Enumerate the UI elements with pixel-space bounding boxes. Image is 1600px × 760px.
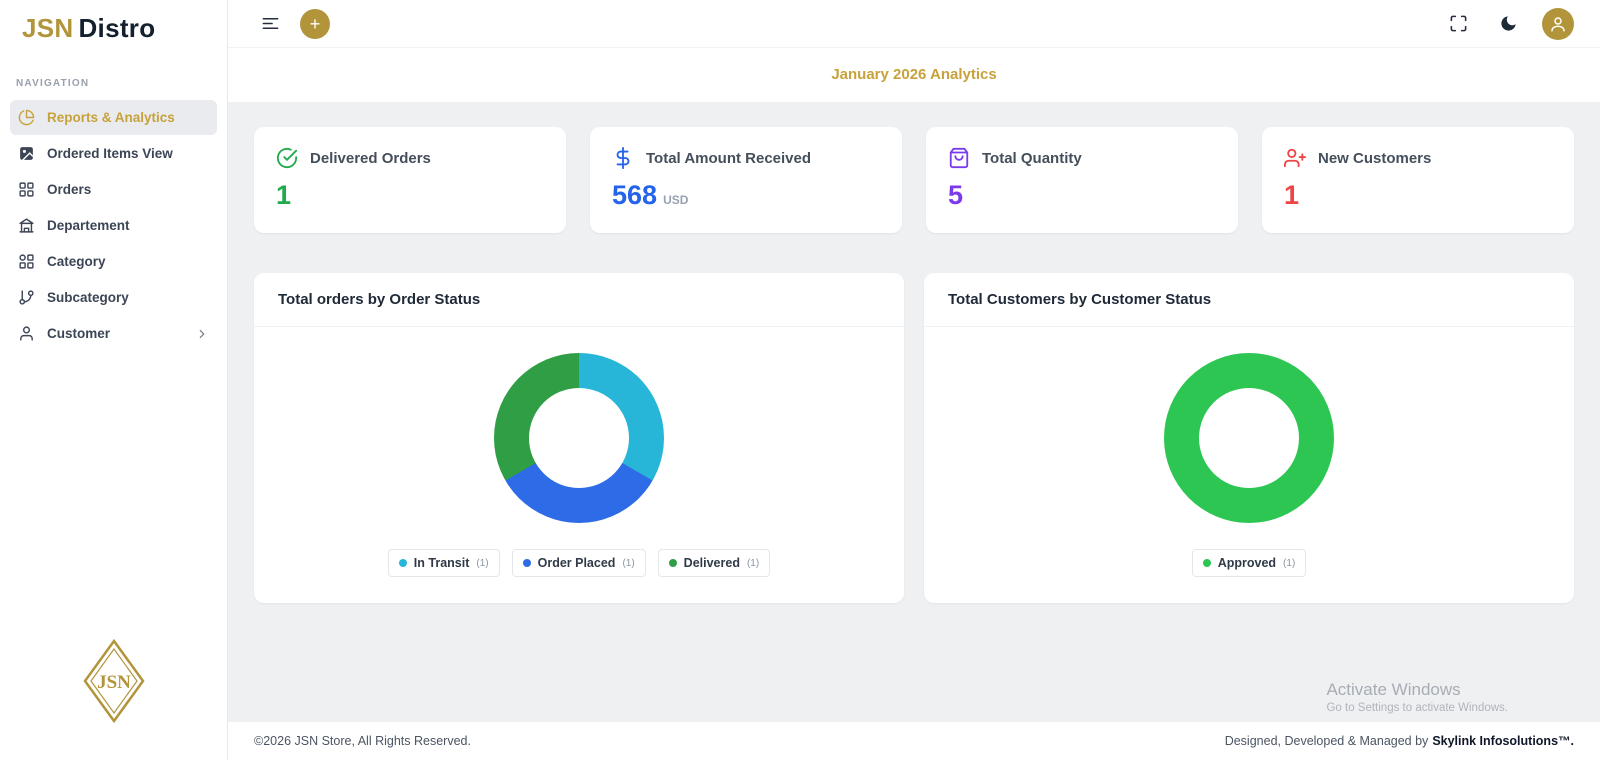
pie-chart-icon [18,109,35,126]
sidebar-item-label: Orders [47,182,91,197]
fullscreen-icon [1449,14,1468,33]
analytics-banner: January 2026 Analytics [228,48,1600,102]
user-icon [18,325,35,342]
user-menu-button[interactable] [1542,8,1574,40]
user-plus-icon [1284,147,1306,169]
moon-icon [1499,14,1518,33]
stat-card-new-customers: New Customers 1 [1262,127,1574,233]
plus-icon: + [310,15,321,33]
sidebar: JSNDistro NAVIGATION Reports & Analytics… [0,0,228,760]
sidebar-item-label: Category [47,254,106,269]
check-circle-icon [276,147,298,169]
credits-brand: Skylink Infosolutions™. [1432,734,1574,748]
stat-value: 568USD [612,180,880,211]
stat-label: Delivered Orders [310,150,431,167]
topbar: + [228,0,1600,48]
sidebar-item-category[interactable]: Category [10,244,217,279]
credits-text: Designed, Developed & Managed bySkylink … [1225,734,1574,748]
footer: ©2026 JSN Store, All Rights Reserved. De… [228,722,1600,760]
sidebar-item-label: Customer [47,326,110,341]
legend-dot [399,559,407,567]
activate-windows-watermark: Activate Windows Go to Settings to activ… [1326,680,1508,714]
brand-rest: Distro [78,13,155,43]
chart-legend: Approved (1) [1192,549,1307,577]
menu-toggle-button[interactable] [254,8,286,40]
category-grid-icon [18,253,35,270]
legend-dot [1203,559,1211,567]
sidebar-item-label: Reports & Analytics [47,110,175,125]
sidebar-item-ordered-items-view[interactable]: Ordered Items View [10,136,217,171]
banner-title: January 2026 Analytics [831,66,996,83]
charts-row: Total orders by Order Status In Transit … [254,273,1574,603]
legend-item-in-transit[interactable]: In Transit (1) [388,549,500,577]
content: Delivered Orders 1 Total Amount Received… [228,102,1600,722]
customer-status-chart-card: Total Customers by Customer Status Appro… [924,273,1574,603]
sidebar-item-subcategory[interactable]: Subcategory [10,280,217,315]
legend-item-order-placed[interactable]: Order Placed (1) [512,549,646,577]
building-icon [18,217,35,234]
svg-text:JSN: JSN [97,672,131,693]
sidebar-nav: Reports & Analytics Ordered Items View O… [0,99,227,352]
legend-item-approved[interactable]: Approved (1) [1192,549,1307,577]
chevron-right-icon [195,327,209,341]
chart-title: Total Customers by Customer Status [948,291,1550,308]
stat-label: New Customers [1318,150,1431,167]
sidebar-item-customer[interactable]: Customer [10,316,217,351]
fullscreen-button[interactable] [1442,8,1474,40]
legend-item-delivered[interactable]: Delivered (1) [658,549,771,577]
legend-dot [523,559,531,567]
order-status-donut-chart[interactable] [494,353,664,523]
stat-unit: USD [663,193,688,207]
stat-value: 1 [276,180,544,211]
brand-accent: JSN [22,13,73,43]
stat-card-total-amount: Total Amount Received 568USD [590,127,902,233]
dollar-sign-icon [612,147,634,169]
jsn-emblem: JSN [83,639,145,728]
brand-logo: JSNDistro [0,0,227,54]
nav-section-label: NAVIGATION [0,54,227,99]
chart-title: Total orders by Order Status [278,291,880,308]
chart-legend: In Transit (1) Order Placed (1) Delivere… [388,549,770,577]
sidebar-item-label: Ordered Items View [47,146,173,161]
customer-status-donut-chart[interactable] [1164,353,1334,523]
add-button[interactable]: + [300,9,330,39]
stat-label: Total Amount Received [646,150,811,167]
order-status-chart-card: Total orders by Order Status In Transit … [254,273,904,603]
sidebar-item-orders[interactable]: Orders [10,172,217,207]
stat-value: 5 [948,180,1216,211]
gallery-icon [18,145,35,162]
user-avatar-icon [1549,15,1567,33]
stat-label: Total Quantity [982,150,1082,167]
sidebar-item-label: Subcategory [47,290,129,305]
menu-icon [261,14,280,33]
stat-value: 1 [1284,180,1552,211]
sidebar-item-departement[interactable]: Departement [10,208,217,243]
branch-icon [18,289,35,306]
dark-mode-button[interactable] [1492,8,1524,40]
legend-dot [669,559,677,567]
shopping-bag-icon [948,147,970,169]
grid-icon [18,181,35,198]
main-area: + January 2026 Analytics [228,0,1600,760]
sidebar-item-label: Departement [47,218,130,233]
copyright-text: ©2026 JSN Store, All Rights Reserved. [254,734,471,748]
sidebar-item-reports-analytics[interactable]: Reports & Analytics [10,100,217,135]
stats-row: Delivered Orders 1 Total Amount Received… [254,127,1574,233]
stat-card-delivered-orders: Delivered Orders 1 [254,127,566,233]
topbar-right [1442,8,1574,40]
stat-card-total-quantity: Total Quantity 5 [926,127,1238,233]
